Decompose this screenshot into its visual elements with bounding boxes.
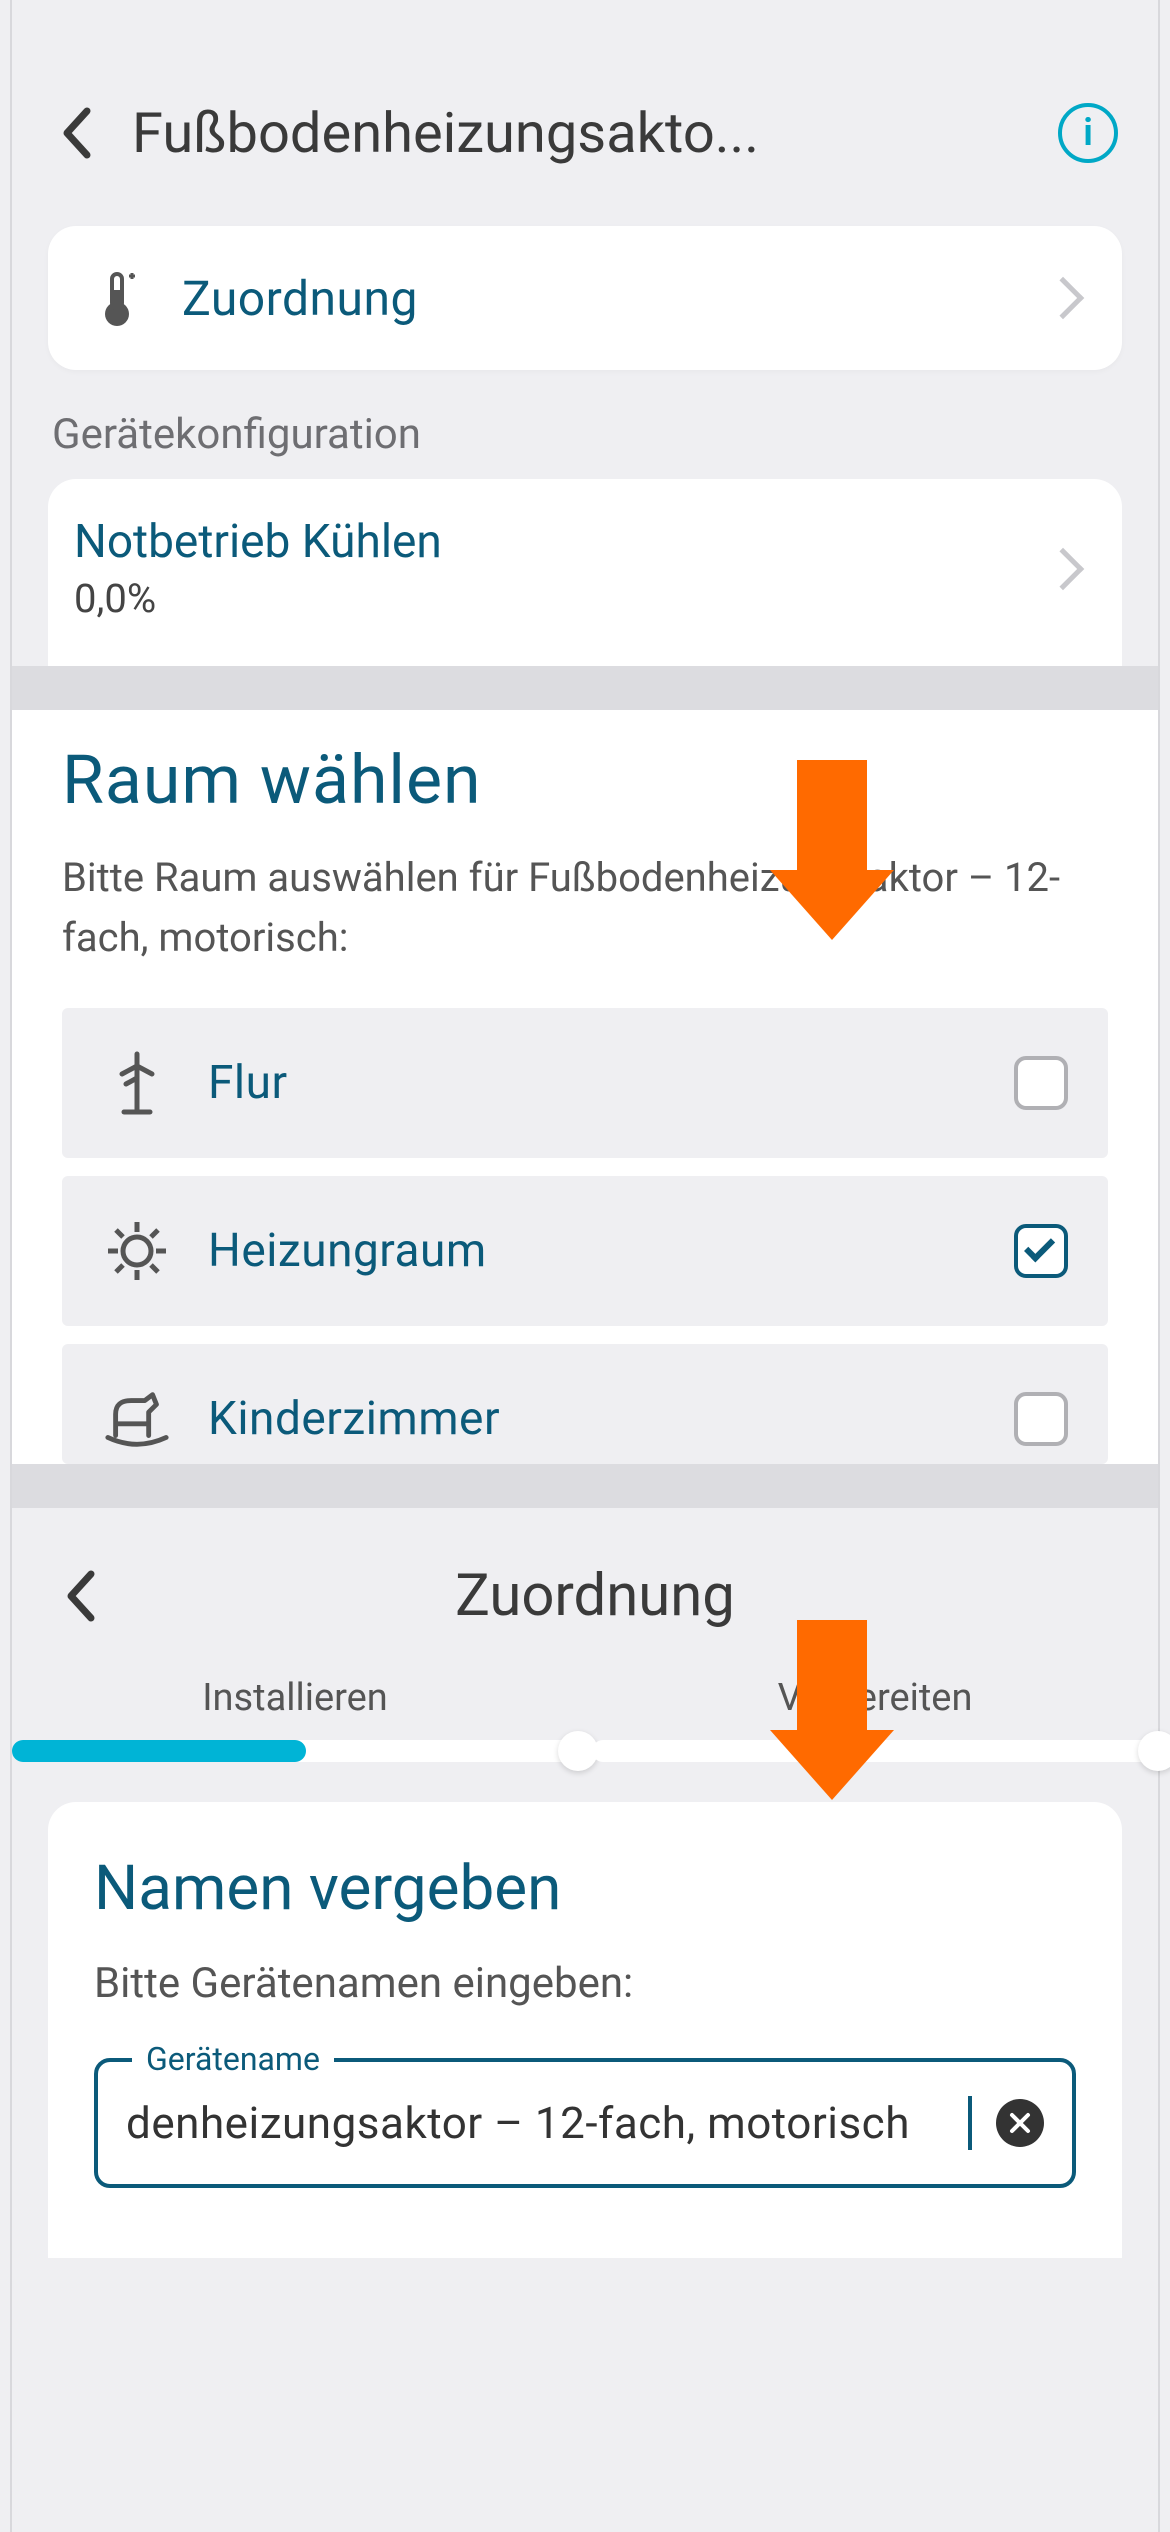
rocking-horse-icon bbox=[102, 1384, 172, 1454]
coatrack-icon bbox=[102, 1048, 172, 1118]
form-subtitle: Bitte Gerätenamen eingeben: bbox=[94, 1959, 1076, 2008]
step-label-installieren: Installieren bbox=[12, 1676, 578, 1720]
room-label: Heizungraum bbox=[208, 1224, 978, 1278]
room-item-kinderzimmer[interactable]: Kinderzimmer bbox=[62, 1344, 1108, 1464]
gear-icon bbox=[102, 1216, 172, 1286]
info-button[interactable]: i bbox=[1058, 103, 1118, 163]
config-item-notbetrieb[interactable]: Notbetrieb Kühlen 0,0% bbox=[48, 479, 1122, 666]
chevron-left-icon bbox=[61, 107, 93, 159]
annotation-arrow-icon bbox=[782, 1620, 882, 1800]
room-label: Flur bbox=[208, 1056, 978, 1110]
step-progress-installieren bbox=[12, 1740, 578, 1762]
device-name-field[interactable]: Gerätename denheizungsaktor – 12-fach, m… bbox=[94, 2058, 1076, 2188]
chevron-right-icon bbox=[1042, 277, 1084, 319]
room-select-title: Raum wählen bbox=[62, 740, 1108, 820]
close-icon bbox=[1009, 2112, 1031, 2134]
clear-input-button[interactable] bbox=[996, 2099, 1044, 2147]
room-label: Kinderzimmer bbox=[208, 1392, 978, 1446]
assign-panel-title: Zuordnung bbox=[76, 1562, 1114, 1630]
assignment-label: Zuordnung bbox=[182, 270, 1018, 327]
room-checkbox[interactable] bbox=[1014, 1056, 1068, 1110]
text-caret bbox=[968, 2096, 972, 2150]
page-title: Fußbodenheizungsakto... bbox=[132, 100, 1028, 166]
annotation-arrow-icon bbox=[782, 760, 882, 940]
panel-separator bbox=[12, 666, 1158, 710]
room-select-subtitle: Bitte Raum auswählen für Fußbodenheizung… bbox=[62, 848, 1108, 968]
chevron-right-icon bbox=[1042, 547, 1084, 589]
thermometer-icon bbox=[92, 268, 152, 328]
room-item-flur[interactable]: Flur bbox=[62, 1008, 1108, 1158]
device-name-input[interactable]: denheizungsaktor – 12-fach, motorisch bbox=[126, 2097, 966, 2149]
room-item-heizungraum[interactable]: Heizungraum bbox=[62, 1176, 1108, 1326]
config-item-title: Notbetrieb Kühlen bbox=[74, 515, 1048, 569]
panel-separator bbox=[12, 1464, 1158, 1508]
field-legend: Gerätename bbox=[132, 2040, 334, 2078]
form-title: Namen vergeben bbox=[94, 1852, 1076, 1925]
room-checkbox[interactable] bbox=[1014, 1392, 1068, 1446]
checkmark-icon bbox=[1024, 1231, 1055, 1262]
config-item-value: 0,0% bbox=[74, 575, 1048, 622]
info-icon: i bbox=[1083, 111, 1093, 155]
back-button[interactable] bbox=[52, 108, 102, 158]
assignment-row[interactable]: Zuordnung bbox=[48, 226, 1122, 370]
config-section-caption: Gerätekonfiguration bbox=[52, 410, 1118, 459]
room-checkbox[interactable] bbox=[1014, 1224, 1068, 1278]
